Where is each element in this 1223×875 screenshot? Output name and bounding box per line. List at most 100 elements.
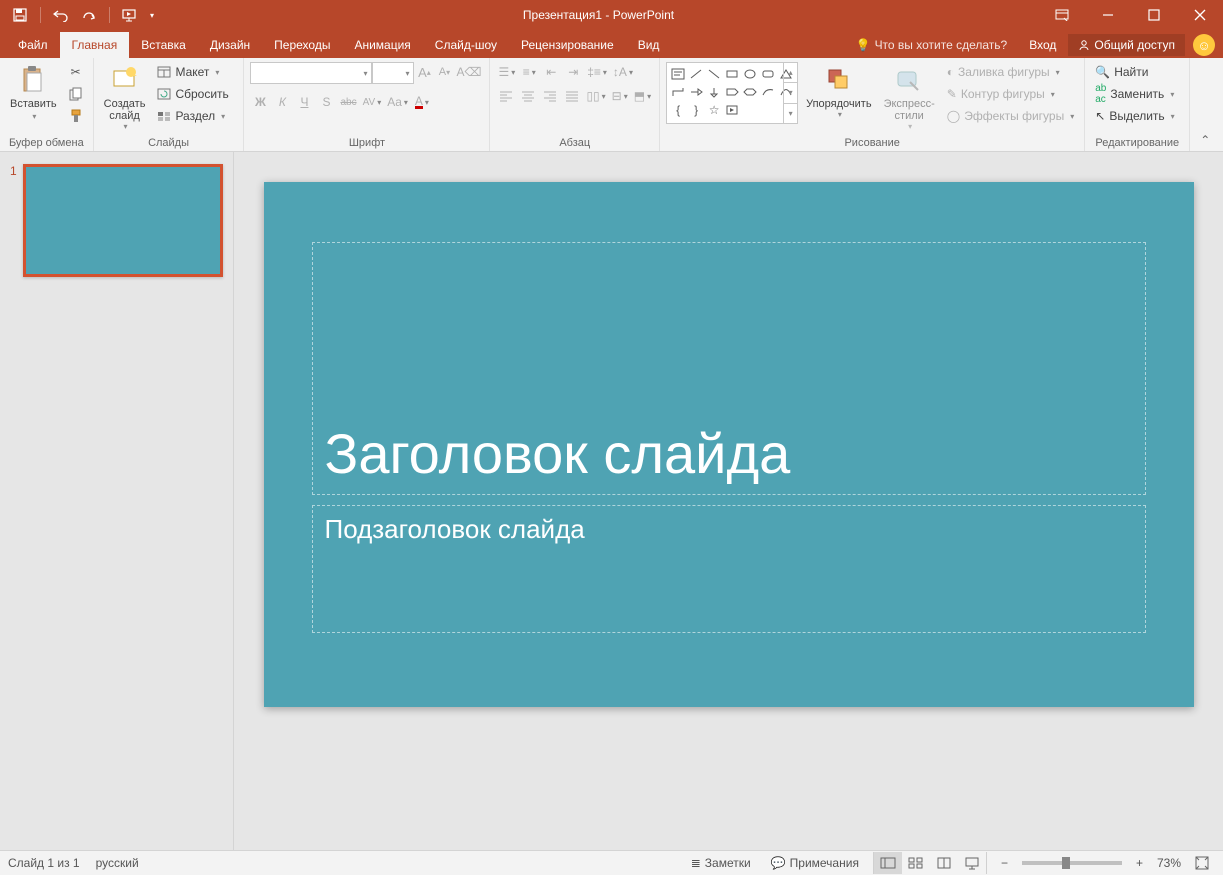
shape-fill-button[interactable]: ◐Заливка фигуры▾ [943, 62, 1078, 82]
numbering-button[interactable]: ≡▾ [519, 62, 539, 82]
zoom-thumb[interactable] [1062, 857, 1070, 869]
tab-animations[interactable]: Анимация [342, 32, 422, 58]
tab-review[interactable]: Рецензирование [509, 32, 626, 58]
text-direction-button[interactable]: ↕A▾ [611, 62, 635, 82]
change-case-button[interactable]: Aa▾ [385, 92, 410, 112]
new-slide-button[interactable]: Создать слайд ▾ [100, 62, 150, 133]
shape-textbox[interactable] [669, 65, 687, 83]
tell-me-search[interactable]: 💡 Что вы хотите сделать? [846, 34, 1018, 56]
language-indicator[interactable]: русский [96, 856, 139, 870]
shape-outline-button[interactable]: ✎Контур фигуры▾ [943, 84, 1078, 104]
comments-button[interactable]: 💬Примечания [765, 854, 865, 872]
align-center-button[interactable] [518, 86, 538, 106]
gallery-scroll-down[interactable]: ▾ [784, 83, 797, 103]
char-spacing-button[interactable]: AV▾ [361, 92, 384, 112]
feedback-smiley-icon[interactable]: ☺ [1193, 34, 1215, 56]
bold-button[interactable]: Ж [250, 92, 270, 112]
redo-button[interactable] [77, 3, 101, 27]
paste-button[interactable]: Вставить▾ [6, 62, 61, 124]
shape-action[interactable] [723, 101, 741, 119]
thumbnail-1[interactable] [23, 164, 223, 277]
align-text-button[interactable]: ⊟▾ [610, 86, 630, 106]
save-button[interactable] [8, 3, 32, 27]
slide-thumbnails-panel[interactable]: 1 [0, 152, 234, 850]
collapse-ribbon-button[interactable]: ⌃ [1190, 58, 1220, 151]
tab-insert[interactable]: Вставка [129, 32, 198, 58]
slide-canvas[interactable]: Заголовок слайда Подзаголовок слайда [264, 182, 1194, 707]
share-button[interactable]: Общий доступ [1068, 34, 1185, 56]
zoom-out-button[interactable]: − [995, 854, 1014, 872]
signin-button[interactable]: Вход [1019, 32, 1066, 58]
shape-line2[interactable] [705, 65, 723, 83]
font-family-combo[interactable]: ▾ [250, 62, 372, 84]
shrink-font-button[interactable]: A▾ [434, 62, 454, 82]
clear-formatting-button[interactable]: A⌫ [454, 62, 483, 82]
shape-line[interactable] [687, 65, 705, 83]
justify-button[interactable] [562, 86, 582, 106]
arrange-button[interactable]: Упорядочить▾ [802, 62, 875, 121]
strikethrough-button[interactable]: abc [338, 92, 358, 112]
tab-home[interactable]: Главная [60, 32, 130, 58]
shape-star[interactable]: ☆ [705, 101, 723, 119]
shape-brace-left[interactable]: { [669, 101, 687, 119]
shape-rect[interactable] [723, 65, 741, 83]
shapes-gallery[interactable]: { } ☆ ▴ ▾ ▾ [666, 62, 798, 124]
replace-button[interactable]: abacЗаменить▾ [1091, 84, 1183, 104]
shape-arrow-right[interactable] [687, 83, 705, 101]
zoom-slider[interactable] [1022, 861, 1122, 865]
format-painter-button[interactable] [65, 106, 87, 126]
line-spacing-button[interactable]: ‡≡▾ [585, 62, 609, 82]
italic-button[interactable]: К [272, 92, 292, 112]
ribbon-display-options-button[interactable] [1039, 0, 1085, 30]
fit-to-window-button[interactable] [1189, 854, 1215, 872]
bullets-button[interactable]: ☰▾ [496, 62, 517, 82]
qat-customize-button[interactable]: ▾ [146, 3, 158, 27]
font-color-button[interactable]: A▾ [412, 92, 432, 112]
tab-transitions[interactable]: Переходы [262, 32, 342, 58]
section-button[interactable]: Раздел▾ [153, 106, 237, 126]
underline-button[interactable]: Ч [294, 92, 314, 112]
maximize-button[interactable] [1131, 0, 1177, 30]
select-button[interactable]: ↖Выделить▾ [1091, 106, 1183, 126]
font-size-combo[interactable]: ▾ [372, 62, 414, 84]
start-slideshow-button[interactable] [118, 3, 142, 27]
shape-hexagon[interactable] [741, 83, 759, 101]
increase-indent-button[interactable]: ⇥ [563, 62, 583, 82]
copy-button[interactable] [65, 84, 87, 104]
shape-pentagon[interactable] [723, 83, 741, 101]
tab-view[interactable]: Вид [626, 32, 672, 58]
shape-brace-right[interactable]: } [687, 101, 705, 119]
shape-arrow-down[interactable] [705, 83, 723, 101]
tab-design[interactable]: Дизайн [198, 32, 262, 58]
gallery-more[interactable]: ▾ [784, 104, 797, 123]
subtitle-placeholder[interactable]: Подзаголовок слайда [312, 505, 1146, 633]
zoom-in-button[interactable]: + [1130, 854, 1149, 872]
shape-elbow[interactable] [669, 83, 687, 101]
quick-styles-button[interactable]: Экспресс- стили▾ [880, 62, 939, 133]
layout-button[interactable]: Макет▾ [153, 62, 237, 82]
shape-effects-button[interactable]: ◯Эффекты фигуры▾ [943, 106, 1078, 126]
text-shadow-button[interactable]: S [316, 92, 336, 112]
minimize-button[interactable] [1085, 0, 1131, 30]
cut-button[interactable]: ✂ [65, 62, 87, 82]
slideshow-view-button[interactable] [958, 852, 986, 874]
shape-connector[interactable] [759, 83, 777, 101]
sorter-view-button[interactable] [902, 852, 930, 874]
notes-button[interactable]: ≣Заметки [685, 854, 757, 872]
tab-slideshow[interactable]: Слайд-шоу [423, 32, 509, 58]
gallery-scroll-up[interactable]: ▴ [784, 63, 797, 83]
decrease-indent-button[interactable]: ⇤ [541, 62, 561, 82]
find-button[interactable]: 🔍Найти [1091, 62, 1183, 82]
align-right-button[interactable] [540, 86, 560, 106]
align-left-button[interactable] [496, 86, 516, 106]
close-button[interactable] [1177, 0, 1223, 30]
slide-counter[interactable]: Слайд 1 из 1 [8, 856, 80, 870]
tab-file[interactable]: Файл [6, 32, 60, 58]
reset-button[interactable]: Сбросить [153, 84, 237, 104]
title-placeholder[interactable]: Заголовок слайда [312, 242, 1146, 495]
undo-button[interactable] [49, 3, 73, 27]
smartart-button[interactable]: ⬒▾ [632, 86, 653, 106]
zoom-level[interactable]: 73% [1157, 856, 1181, 870]
grow-font-button[interactable]: A▴ [414, 62, 434, 82]
shape-roundrect[interactable] [759, 65, 777, 83]
